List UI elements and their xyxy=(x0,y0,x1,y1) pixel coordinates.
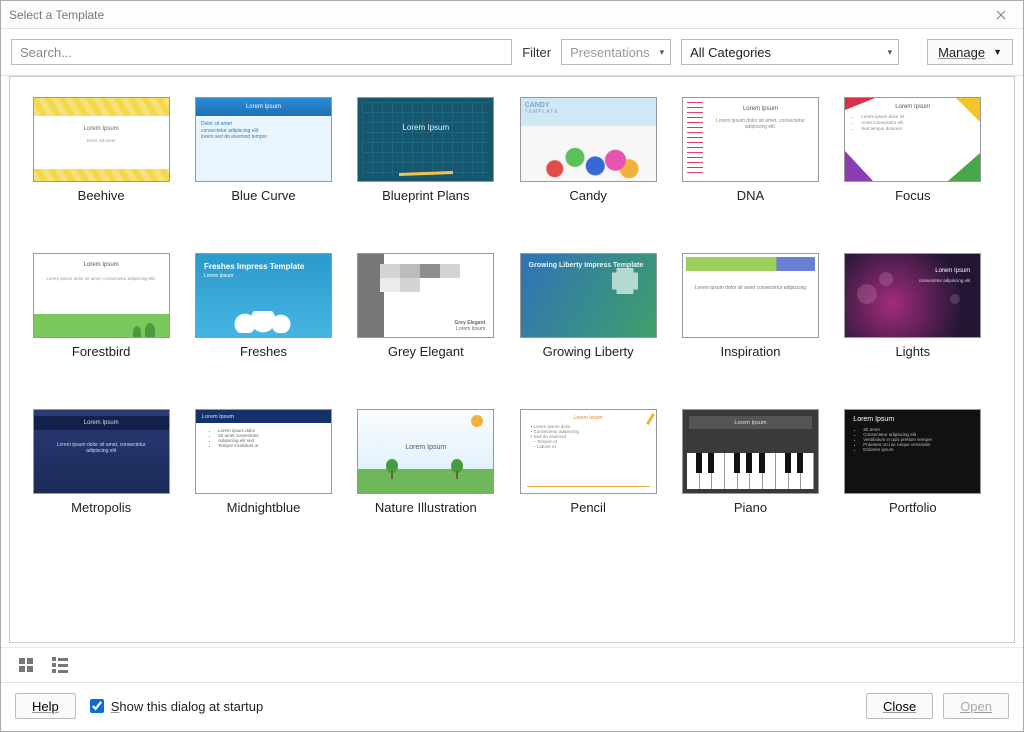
template-growing-liberty[interactable]: Growing Liberty Impress Template Growing… xyxy=(513,253,663,359)
template-label: Forestbird xyxy=(72,344,131,359)
template-label: Nature Illustration xyxy=(375,500,477,515)
template-pencil[interactable]: Lorem Ipsum • Lorem ipsum dolor• Consect… xyxy=(513,409,663,515)
list-view-button[interactable] xyxy=(49,654,71,676)
template-picker-window: Select a Template Filter Presentations ▾… xyxy=(0,0,1024,732)
template-thumbnail: Lorem Ipsum xyxy=(357,97,494,182)
application-filter-dropdown[interactable]: Presentations ▾ xyxy=(561,39,671,65)
template-label: Beehive xyxy=(78,188,125,203)
template-freshes[interactable]: Freshes Impress Template Lorem Ipsum Fre… xyxy=(188,253,338,359)
search-input[interactable] xyxy=(11,39,512,65)
template-lights[interactable]: Lorem Ipsum consectetur adipiscing elit … xyxy=(838,253,988,359)
template-midnightblue[interactable]: Lorem Ipsum Lorem ipsum dolorSit amet co… xyxy=(188,409,338,515)
template-thumbnail: Lorem Ipsum Lorem ipsum dolor sit amet, … xyxy=(682,97,819,182)
category-filter-value: All Categories xyxy=(690,45,771,60)
template-thumbnail: Lorem IpsumLorem ipsum dolor sit amet, c… xyxy=(33,253,170,338)
category-filter-dropdown[interactable]: All Categories ▾ xyxy=(681,39,899,65)
template-label: Blue Curve xyxy=(231,188,295,203)
template-inspiration[interactable]: Lorem ipsum dolor sit amet consectetur a… xyxy=(675,253,825,359)
open-label: Open xyxy=(960,699,992,714)
application-filter-value: Presentations xyxy=(570,45,650,60)
template-thumbnail: Lorem Ipsum Lorem ipsum dolor sitAmet co… xyxy=(844,97,981,182)
template-piano[interactable]: Lorem Ipsum Piano xyxy=(675,409,825,515)
show-at-startup-checkbox[interactable]: Show this dialog at startup xyxy=(86,696,263,716)
template-thumbnail: Lorem Ipsum Lorem ipsum dolor sit amet, … xyxy=(33,409,170,494)
template-label: Inspiration xyxy=(720,344,780,359)
chevron-down-icon: ▾ xyxy=(660,47,665,58)
toolbar: Filter Presentations ▾ All Categories ▾ … xyxy=(1,29,1023,76)
list-icon xyxy=(52,657,68,661)
template-label: Piano xyxy=(734,500,767,515)
close-label: Close xyxy=(883,699,916,714)
template-grid: Lorem IpsumDolor Sit Amet Beehive Lorem … xyxy=(20,97,994,515)
template-portfolio[interactable]: Lorem Ipsum Sit ametConsectetur adipisci… xyxy=(838,409,988,515)
template-label: Focus xyxy=(895,188,930,203)
template-thumbnail: Lorem Ipsum Lorem ipsum dolorSit amet co… xyxy=(195,409,332,494)
template-candy[interactable]: CANDYTEMPLATE Candy xyxy=(513,97,663,203)
template-blue-curve[interactable]: Lorem Ipsum Dolor sit ametconsectetur ad… xyxy=(188,97,338,203)
template-label: DNA xyxy=(737,188,764,203)
template-label: Metropolis xyxy=(71,500,131,515)
footer: Help Show this dialog at startup Close O… xyxy=(1,682,1023,731)
template-blueprint-plans[interactable]: Lorem Ipsum Blueprint Plans xyxy=(351,97,501,203)
template-grey-elegant[interactable]: Grey ElegantLorem Ipsum Grey Elegant xyxy=(351,253,501,359)
template-nature-illustration[interactable]: Lorem Ipsum Nature Illustration xyxy=(351,409,501,515)
view-mode-row xyxy=(1,647,1023,682)
template-thumbnail: Lorem Ipsum • Lorem ipsum dolor• Consect… xyxy=(520,409,657,494)
template-thumbnail: Lorem Ipsum Dolor sit ametconsectetur ad… xyxy=(195,97,332,182)
template-label: Candy xyxy=(569,188,607,203)
filter-label: Filter xyxy=(522,45,551,60)
template-thumbnail: Lorem Ipsum xyxy=(682,409,819,494)
template-thumbnail: Lorem Ipsum xyxy=(357,409,494,494)
close-button[interactable]: Close xyxy=(866,693,933,719)
chevron-down-icon: ▾ xyxy=(888,47,893,58)
template-label: Midnightblue xyxy=(227,500,301,515)
titlebar: Select a Template xyxy=(1,1,1023,29)
template-scroll-area[interactable]: Lorem IpsumDolor Sit Amet Beehive Lorem … xyxy=(10,77,1014,642)
template-label: Portfolio xyxy=(889,500,937,515)
template-forestbird[interactable]: Lorem IpsumLorem ipsum dolor sit amet, c… xyxy=(26,253,176,359)
window-title: Select a Template xyxy=(9,8,987,22)
template-list-container: Lorem IpsumDolor Sit Amet Beehive Lorem … xyxy=(9,76,1015,643)
show-at-startup-label: Show this dialog at startup xyxy=(111,699,263,714)
template-label: Blueprint Plans xyxy=(382,188,469,203)
help-button[interactable]: Help xyxy=(15,693,76,719)
template-thumbnail: Lorem Ipsum consectetur adipiscing elit xyxy=(844,253,981,338)
window-close-button[interactable] xyxy=(987,3,1015,27)
template-thumbnail: Lorem ipsum dolor sit amet consectetur a… xyxy=(682,253,819,338)
grid-icon xyxy=(19,658,25,664)
help-label: Help xyxy=(32,699,59,714)
chevron-down-icon: ▼ xyxy=(993,47,1002,57)
template-metropolis[interactable]: Lorem Ipsum Lorem ipsum dolor sit amet, … xyxy=(26,409,176,515)
template-label: Grey Elegant xyxy=(388,344,464,359)
template-thumbnail: Grey ElegantLorem Ipsum xyxy=(357,253,494,338)
template-thumbnail: CANDYTEMPLATE xyxy=(520,97,657,182)
template-label: Growing Liberty xyxy=(543,344,634,359)
template-label: Pencil xyxy=(570,500,605,515)
manage-label: Manage xyxy=(938,45,985,60)
template-beehive[interactable]: Lorem IpsumDolor Sit Amet Beehive xyxy=(26,97,176,203)
show-at-startup-input[interactable] xyxy=(90,699,104,713)
close-icon xyxy=(996,10,1006,20)
template-thumbnail: Freshes Impress Template Lorem Ipsum xyxy=(195,253,332,338)
open-button[interactable]: Open xyxy=(943,693,1009,719)
template-thumbnail: Growing Liberty Impress Template xyxy=(520,253,657,338)
thumbnail-view-button[interactable] xyxy=(15,654,37,676)
template-label: Freshes xyxy=(240,344,287,359)
template-thumbnail: Lorem Ipsum Sit ametConsectetur adipisci… xyxy=(844,409,981,494)
template-focus[interactable]: Lorem Ipsum Lorem ipsum dolor sitAmet co… xyxy=(838,97,988,203)
template-dna[interactable]: Lorem Ipsum Lorem ipsum dolor sit amet, … xyxy=(675,97,825,203)
manage-button[interactable]: Manage ▼ xyxy=(927,39,1013,65)
template-thumbnail: Lorem IpsumDolor Sit Amet xyxy=(33,97,170,182)
template-label: Lights xyxy=(895,344,930,359)
